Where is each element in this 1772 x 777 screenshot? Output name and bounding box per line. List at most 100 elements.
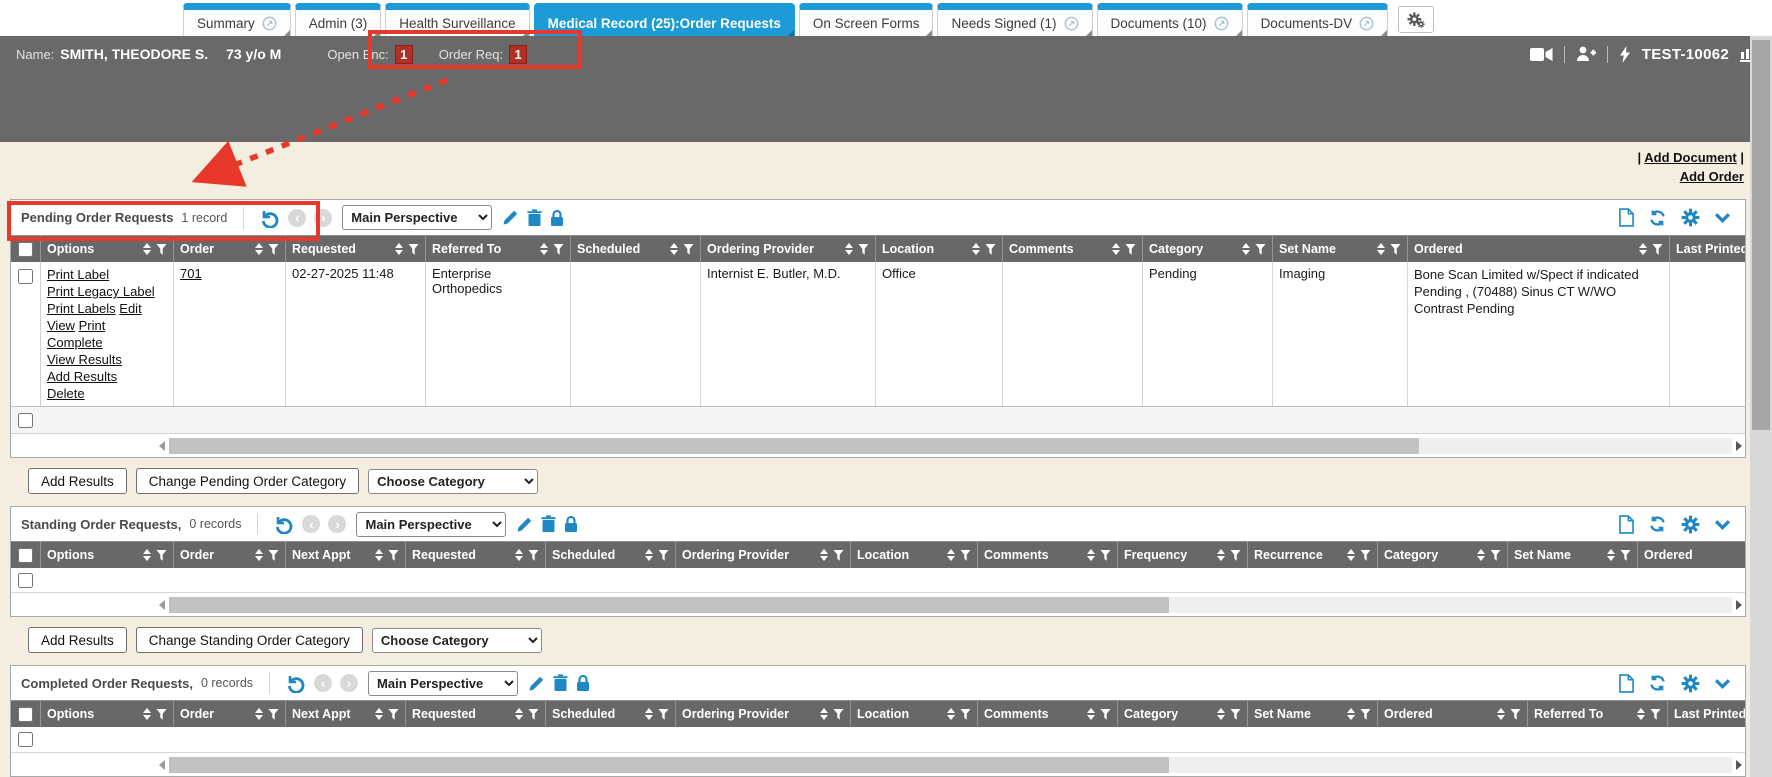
column-header[interactable]: Ordering Provider [701,236,876,262]
trash-icon[interactable] [553,674,568,692]
filter-icon[interactable] [1650,709,1661,720]
pending-choose-category-select[interactable]: Choose Category [368,469,538,494]
sort-icon[interactable] [947,549,955,561]
filter-icon[interactable] [658,550,669,561]
column-header[interactable]: Requested [286,236,426,262]
sort-icon[interactable] [1242,243,1250,255]
sort-icon[interactable] [1217,708,1225,720]
scroll-thumb[interactable] [169,438,1419,454]
scroll-track[interactable] [169,757,1732,773]
column-header[interactable]: Scheduled [546,542,676,568]
prev-page-button[interactable]: ‹ [288,209,306,227]
filter-icon[interactable] [1490,550,1501,561]
column-header[interactable]: Order [174,542,286,568]
chevron-down-icon[interactable] [1714,678,1731,689]
flash-icon[interactable] [1619,46,1631,63]
column-header[interactable]: Scheduled [571,236,701,262]
sort-icon[interactable] [395,243,403,255]
column-header[interactable]: Location [851,542,978,568]
prev-page-button[interactable]: ‹ [314,674,332,692]
edit-link[interactable]: Edit [119,301,141,316]
delete-link[interactable]: Delete [47,386,85,401]
sort-icon[interactable] [143,708,151,720]
pencil-icon[interactable] [528,675,545,692]
filter-icon[interactable] [1125,244,1136,255]
sort-icon[interactable] [645,708,653,720]
filter-icon[interactable] [528,709,539,720]
change-standing-order-category-button[interactable]: Change Standing Order Category [136,627,363,653]
sort-icon[interactable] [1087,708,1095,720]
filter-icon[interactable] [858,244,869,255]
sort-icon[interactable] [820,549,828,561]
column-header[interactable]: Ordered [1638,542,1745,568]
scroll-track[interactable] [169,438,1732,454]
print-legacy-label-link[interactable]: Print Legacy Label [47,284,155,299]
add-user-icon[interactable] [1576,46,1596,62]
undo-icon[interactable] [260,208,280,228]
column-header[interactable]: Ordering Provider [676,542,851,568]
sort-icon[interactable] [1347,549,1355,561]
filter-icon[interactable] [408,244,419,255]
sort-icon[interactable] [375,708,383,720]
tab-on-screen-forms[interactable]: On Screen Forms [799,3,934,36]
column-header[interactable]: Ordered [1408,236,1670,262]
filter-icon[interactable] [1510,709,1521,720]
gear-icon[interactable] [1681,515,1700,534]
sort-icon[interactable] [1217,549,1225,561]
row-checkbox[interactable] [18,732,33,747]
select-all-checkbox[interactable] [18,242,33,257]
sort-icon[interactable] [515,708,523,720]
scroll-track[interactable] [169,597,1732,613]
next-page-button[interactable]: › [328,515,346,533]
column-header[interactable]: Comments [978,701,1118,727]
filter-icon[interactable] [528,550,539,561]
filter-icon[interactable] [658,709,669,720]
filter-icon[interactable] [1620,550,1631,561]
refresh-icon[interactable] [1648,209,1667,227]
sort-icon[interactable] [143,549,151,561]
sort-icon[interactable] [1637,708,1645,720]
filter-icon[interactable] [1100,709,1111,720]
column-header[interactable]: Requested [406,542,546,568]
column-header[interactable]: Options [41,236,174,262]
filter-icon[interactable] [268,244,279,255]
perspective-select[interactable]: Main Perspective [356,512,506,537]
column-header[interactable]: Category [1118,701,1248,727]
chevron-down-icon[interactable] [1714,212,1731,223]
change-pending-order-category-button[interactable]: Change Pending Order Category [136,468,359,494]
next-page-button[interactable]: › [340,674,358,692]
sort-icon[interactable] [1607,549,1615,561]
tab-documents[interactable]: Documents (10) [1097,3,1243,36]
trash-icon[interactable] [541,515,556,533]
scroll-thumb[interactable] [169,597,1169,613]
filter-icon[interactable] [1390,244,1401,255]
perspective-select[interactable]: Main Perspective [368,671,518,696]
prev-page-button[interactable]: ‹ [302,515,320,533]
gear-icon[interactable] [1681,208,1700,227]
filter-icon[interactable] [388,550,399,561]
chevron-down-icon[interactable] [1714,519,1731,530]
scroll-left-icon[interactable] [159,600,165,610]
filter-icon[interactable] [156,709,167,720]
order-number-link[interactable]: 701 [180,266,202,281]
scroll-right-icon[interactable] [1736,441,1742,451]
column-header[interactable]: Frequency [1118,542,1248,568]
standing-choose-category-select[interactable]: Choose Category [372,628,542,653]
lock-icon[interactable] [564,515,578,533]
lock-icon[interactable] [576,674,590,692]
tab-admin[interactable]: Admin (3) [295,3,382,36]
column-header[interactable]: Next Appt [286,701,406,727]
sort-icon[interactable] [1112,243,1120,255]
column-header[interactable]: Comments [1003,236,1143,262]
new-document-icon[interactable] [1619,674,1634,693]
column-header[interactable]: Ordered [1378,701,1528,727]
filter-icon[interactable] [683,244,694,255]
column-header[interactable]: Comments [978,542,1118,568]
sort-icon[interactable] [1497,708,1505,720]
sort-icon[interactable] [670,243,678,255]
sort-icon[interactable] [143,243,151,255]
scroll-thumb[interactable] [1752,40,1770,430]
select-all-checkbox[interactable] [18,548,33,563]
column-header[interactable]: Ordering Provider [676,701,851,727]
sort-icon[interactable] [1377,243,1385,255]
